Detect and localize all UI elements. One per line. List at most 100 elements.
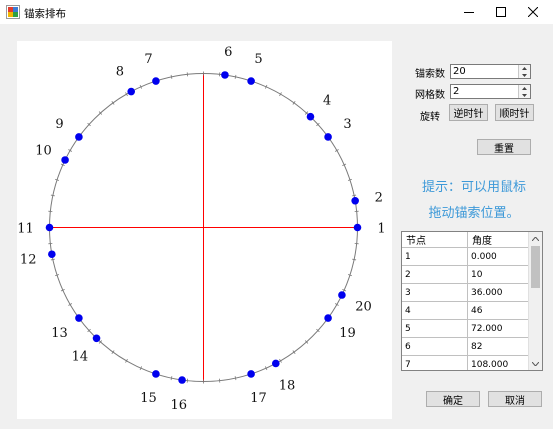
anchor-label-3: 3 bbox=[343, 117, 351, 132]
angle-cell[interactable]: 0.000 bbox=[467, 247, 533, 266]
anchor-node-20[interactable] bbox=[338, 291, 346, 299]
column-header-angle[interactable]: 角度 bbox=[467, 232, 533, 248]
anchor-node-12[interactable] bbox=[48, 250, 56, 259]
anchor-label-5: 5 bbox=[254, 52, 262, 67]
anchor-node-5[interactable] bbox=[247, 77, 255, 85]
grid-count-input[interactable] bbox=[453, 85, 517, 98]
minimize-button[interactable] bbox=[452, 0, 486, 24]
anchor-count-input[interactable] bbox=[453, 65, 517, 78]
spin-up-icon[interactable] bbox=[519, 65, 530, 71]
app-icon bbox=[6, 5, 20, 19]
anchor-node-15[interactable] bbox=[152, 370, 160, 378]
anchor-node-16[interactable] bbox=[178, 376, 186, 384]
rotate-cw-button[interactable]: 顺时针 bbox=[495, 104, 534, 121]
node-cell[interactable]: 7 bbox=[402, 355, 468, 370]
column-header-node[interactable]: 节点 bbox=[402, 232, 468, 248]
anchor-diagram[interactable]: 123456789101112131415 16 17181920 bbox=[17, 41, 392, 419]
angle-cell[interactable]: 108.000 bbox=[467, 355, 533, 370]
ring-tick bbox=[234, 376, 237, 381]
anchor-label-19: 19 bbox=[339, 326, 356, 341]
close-button[interactable] bbox=[516, 0, 550, 24]
anchor-label-15: 15 bbox=[140, 391, 157, 406]
anchor-label-17: 17 bbox=[250, 391, 267, 406]
anchor-node-2[interactable] bbox=[351, 196, 359, 205]
hint-line-1: 提示：可以用鼠标 bbox=[421, 180, 526, 195]
anchor-count-spinner[interactable] bbox=[450, 64, 531, 79]
scroll-down-icon[interactable] bbox=[529, 357, 542, 370]
anchor-node-14[interactable] bbox=[92, 334, 101, 343]
anchor-label-12: 12 bbox=[20, 252, 37, 267]
ring-tick bbox=[352, 258, 357, 261]
anchor-node-8[interactable] bbox=[127, 87, 136, 96]
hint-line-2: 拖动锚索位置。 bbox=[428, 206, 520, 221]
grid-count-spinner[interactable] bbox=[450, 84, 531, 99]
anchor-label-1: 1 bbox=[377, 222, 385, 237]
grid-count-label: 网格数 bbox=[415, 90, 445, 101]
ring-tick bbox=[352, 194, 357, 197]
anchor-node-18[interactable] bbox=[271, 359, 280, 368]
table-row[interactable]: 6 82 bbox=[402, 337, 533, 356]
anchor-label-9: 9 bbox=[55, 117, 63, 132]
ok-button[interactable]: 确定 bbox=[426, 391, 480, 407]
anchor-label-6: 6 bbox=[224, 45, 232, 60]
anchor-count-arrows[interactable] bbox=[518, 65, 530, 78]
maximize-button[interactable] bbox=[484, 0, 518, 24]
anchor-label-4: 4 bbox=[323, 93, 331, 108]
anchor-node-19[interactable] bbox=[324, 314, 332, 322]
close-icon bbox=[528, 7, 538, 17]
anchor-label-10: 10 bbox=[35, 143, 52, 158]
anchor-node-7[interactable] bbox=[152, 77, 160, 85]
table-row[interactable]: 7 108.000 bbox=[402, 355, 533, 370]
angle-cell[interactable]: 82 bbox=[467, 337, 533, 356]
anchor-count-label: 锚索数 bbox=[415, 69, 445, 80]
anchor-label-11: 11 bbox=[17, 222, 34, 237]
anchor-node-17[interactable] bbox=[247, 370, 255, 378]
table-row[interactable]: 4 46 bbox=[402, 301, 533, 320]
ring-tick bbox=[50, 194, 55, 197]
angle-cell[interactable]: 72.000 bbox=[467, 319, 533, 338]
rotate-ccw-button[interactable]: 逆时针 bbox=[449, 104, 488, 121]
rotate-label: 旋转 bbox=[420, 112, 440, 123]
table-row[interactable]: 2 10 bbox=[402, 265, 533, 284]
anchor-node-10[interactable] bbox=[61, 156, 69, 164]
cancel-button[interactable]: 取消 bbox=[488, 391, 542, 407]
anchor-node-1[interactable] bbox=[353, 223, 362, 232]
scroll-up-icon[interactable] bbox=[529, 232, 542, 245]
anchor-node-6[interactable] bbox=[221, 71, 229, 79]
node-cell[interactable]: 1 bbox=[402, 247, 468, 266]
grid-count-arrows[interactable] bbox=[518, 85, 530, 98]
angle-cell[interactable]: 36.000 bbox=[467, 283, 533, 302]
spin-down-icon[interactable] bbox=[519, 92, 530, 98]
anchor-label-18: 18 bbox=[279, 379, 296, 394]
node-cell[interactable]: 4 bbox=[402, 301, 468, 320]
table-row[interactable]: 5 72.000 bbox=[402, 319, 533, 338]
anchor-nodes[interactable]: 123456789101112131415 16 17181920 bbox=[17, 45, 385, 413]
ring-tick bbox=[170, 74, 173, 79]
scroll-thumb[interactable] bbox=[531, 246, 540, 288]
ring-tick bbox=[234, 74, 237, 79]
anchor-label-14: 14 bbox=[72, 350, 89, 365]
anchor-label-16: 16 bbox=[170, 398, 187, 413]
anchor-layout-canvas[interactable]: 1 2 3 4 5 6 7 8 9 10 11 12 13 14 15 16 17 18 19 20 bbox=[17, 41, 392, 419]
spin-down-icon[interactable] bbox=[519, 72, 530, 78]
reset-button[interactable]: 重置 bbox=[477, 139, 531, 155]
anchor-node-4[interactable] bbox=[306, 112, 315, 121]
minimize-icon bbox=[464, 12, 474, 13]
node-angle-table[interactable]: 节点 角度 1 0.000 2 10 3 36.000 4 46 5 72.000 6 82… bbox=[401, 231, 543, 371]
anchor-node-9[interactable] bbox=[75, 133, 83, 141]
anchor-label-20: 20 bbox=[355, 300, 372, 315]
anchor-node-3[interactable] bbox=[324, 133, 332, 141]
ring-tick bbox=[170, 376, 173, 381]
angle-cell[interactable]: 46 bbox=[467, 301, 533, 320]
node-cell[interactable]: 6 bbox=[402, 337, 468, 356]
anchor-node-11[interactable] bbox=[45, 223, 54, 232]
angle-cell[interactable]: 10 bbox=[467, 265, 533, 284]
table-row[interactable]: 3 36.000 bbox=[402, 283, 533, 302]
node-cell[interactable]: 2 bbox=[402, 265, 468, 284]
table-row[interactable]: 1 0.000 bbox=[402, 247, 533, 266]
node-cell[interactable]: 3 bbox=[402, 283, 468, 302]
table-scrollbar[interactable] bbox=[528, 232, 542, 370]
spin-up-icon[interactable] bbox=[519, 85, 530, 91]
anchor-node-13[interactable] bbox=[75, 314, 83, 322]
node-cell[interactable]: 5 bbox=[402, 319, 468, 338]
